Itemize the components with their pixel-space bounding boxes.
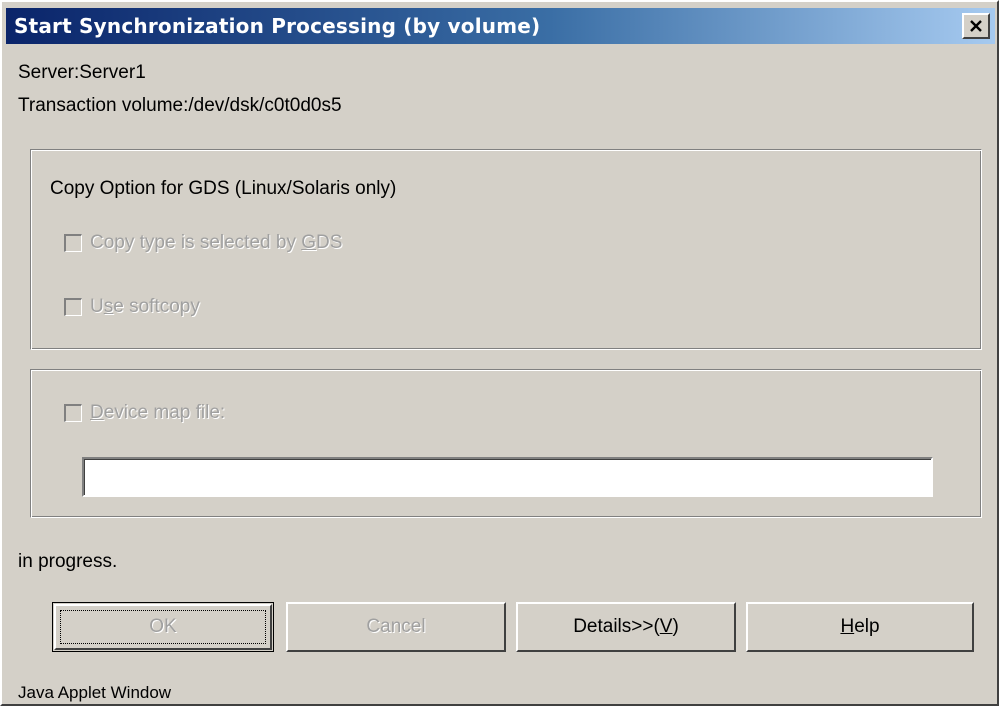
checkbox-label: Use softcopy [90, 296, 200, 317]
checkbox-label: Copy type is selected by GDS [90, 232, 343, 253]
device-map-file-input[interactable] [82, 457, 933, 497]
applet-footer: Java Applet Window [18, 683, 172, 702]
dialog-window: Start Synchronization Processing (by vol… [0, 0, 999, 706]
server-label: Server:Server1 [18, 62, 146, 83]
device-map-file-checkbox[interactable]: Device map file: [64, 402, 225, 424]
ok-button-label: OK [149, 616, 177, 637]
help-button-label: Help [840, 616, 880, 637]
close-button[interactable] [962, 13, 990, 39]
details-button-label: Details>>(V) [573, 616, 679, 637]
cancel-button[interactable]: Cancel [286, 602, 506, 652]
checkbox-box[interactable] [64, 234, 82, 252]
use-softcopy-checkbox[interactable]: Use softcopy [64, 296, 200, 318]
title-bar[interactable]: Start Synchronization Processing (by vol… [6, 8, 995, 44]
copy-type-by-gds-checkbox[interactable]: Copy type is selected by GDS [64, 232, 342, 254]
transaction-volume-label: Transaction volume:/dev/dsk/c0t0d0s5 [18, 95, 342, 116]
help-button[interactable]: Help [746, 602, 974, 652]
cancel-button-label: Cancel [366, 616, 426, 637]
window-title: Start Synchronization Processing (by vol… [14, 14, 541, 38]
checkbox-box[interactable] [64, 298, 82, 316]
close-icon [970, 20, 982, 32]
ok-button[interactable]: OK [52, 602, 274, 652]
checkbox-box[interactable] [64, 404, 82, 422]
details-button[interactable]: Details>>(V) [516, 602, 736, 652]
checkbox-label: Device map file: [90, 402, 226, 423]
status-text: in progress. [18, 551, 118, 572]
gds-group-heading: Copy Option for GDS (Linux/Solaris only) [50, 178, 397, 199]
